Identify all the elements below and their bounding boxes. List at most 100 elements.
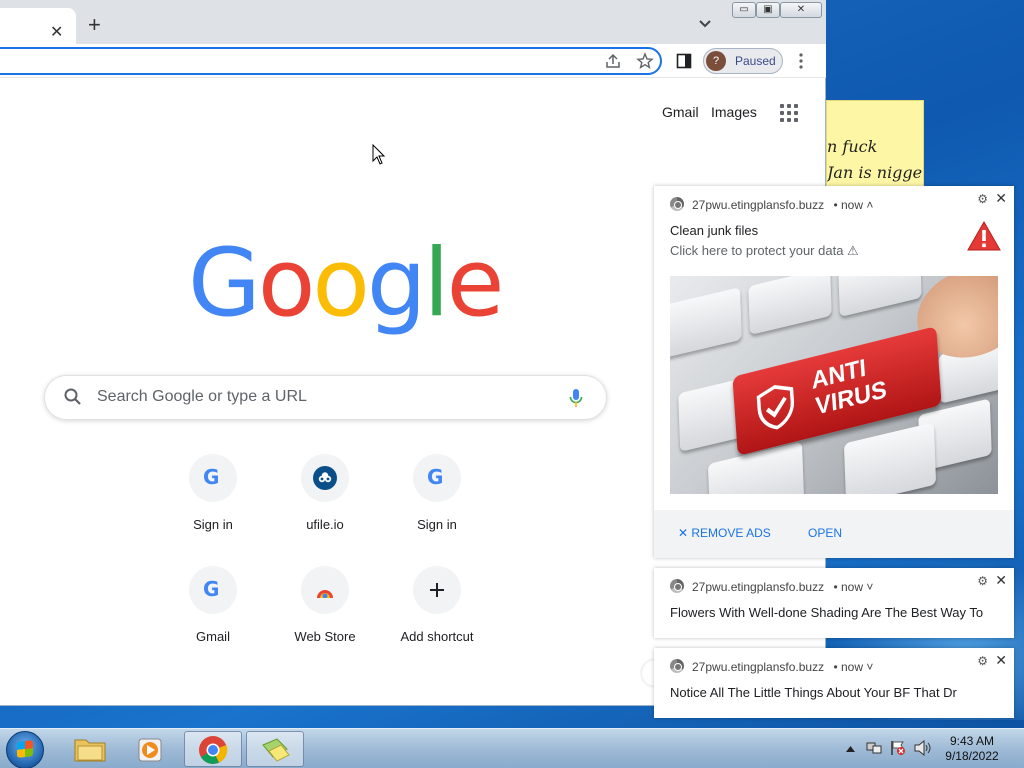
notification-actions: ✕ REMOVE ADS OPEN (654, 510, 1014, 558)
shortcut-label: Sign in (417, 517, 457, 532)
sticky-note[interactable]: n fuck Jan is nigger (826, 100, 924, 190)
open-button[interactable]: OPEN (808, 526, 842, 540)
plus-icon (429, 582, 445, 603)
ufile-icon (313, 466, 337, 495)
side-panel-icon[interactable] (676, 53, 692, 74)
folder-icon (74, 736, 106, 767)
sticky-notes-icon (261, 737, 291, 768)
notification-time: • now ˅ (833, 580, 874, 594)
gear-icon[interactable]: ⚙ (977, 192, 988, 206)
taskbar-media-player[interactable] (122, 731, 180, 767)
taskbar: 9:43 AM 9/18/2022 (0, 728, 1024, 768)
gear-icon[interactable]: ⚙ (977, 654, 988, 668)
notification-header: 27pwu.etingplansfo.buzz • now ˅ (670, 659, 873, 677)
notification-title: Notice All The Little Things About Your … (670, 685, 957, 700)
show-hidden-icons-icon[interactable] (846, 741, 855, 755)
logo-letter: e (446, 229, 505, 338)
maximize-button[interactable]: ▣ (756, 2, 780, 18)
notification-header: 27pwu.etingplansfo.buzz • now ˄ (670, 197, 873, 215)
warning-triangle-icon (966, 220, 1002, 257)
notification-flowers[interactable]: 27pwu.etingplansfo.buzz • now ˅ ⚙ ✕ Flow… (654, 568, 1014, 638)
logo-letter: G (188, 229, 261, 338)
clock-time: 9:43 AM (949, 734, 995, 748)
avatar: ? (706, 51, 726, 71)
close-icon[interactable]: ✕ (995, 652, 1007, 669)
notification-clean-junk[interactable]: 27pwu.etingplansfo.buzz • now ˄ ⚙ ✕ Clea… (654, 186, 1014, 558)
volume-icon[interactable] (914, 739, 932, 759)
notification-time: • now ˅ (833, 660, 874, 674)
google-g-icon: G (203, 465, 220, 489)
logo-letter: g (366, 229, 427, 338)
notification-body: Click here to protect your data ⚠ (670, 243, 859, 258)
profile-button[interactable]: ? Paused (703, 48, 783, 74)
search-box[interactable] (44, 375, 607, 420)
notification-source: 27pwu.etingplansfo.buzz (692, 198, 825, 212)
notification-title: Clean junk files (670, 223, 759, 238)
logo-letter: o (257, 229, 315, 338)
sticky-note-line: n fuck (827, 137, 878, 156)
taskbar-explorer[interactable] (62, 731, 120, 767)
search-input[interactable] (97, 388, 557, 406)
shortcut-label: Gmail (196, 629, 230, 644)
shortcut-tile[interactable]: G Gmail (163, 566, 263, 670)
add-shortcut-button[interactable]: Add shortcut (387, 566, 487, 670)
remove-ads-button[interactable]: ✕ REMOVE ADS (678, 526, 771, 540)
network-icon[interactable] (866, 740, 882, 759)
notification-source: 27pwu.etingplansfo.buzz (692, 580, 825, 594)
share-icon[interactable] (604, 52, 622, 75)
mouse-cursor-icon (372, 143, 386, 171)
shortcut-label: Web Store (294, 629, 356, 644)
search-icon (63, 387, 83, 407)
tab-search-chevron-icon[interactable] (698, 16, 712, 32)
google-g-icon: G (427, 465, 444, 489)
notification-header: 27pwu.etingplansfo.buzz • now ˅ (670, 579, 873, 597)
bookmark-star-icon[interactable] (636, 52, 654, 75)
chrome-icon (670, 197, 684, 211)
tab-strip: ✕ + ▭ ▣ ✕ (0, 0, 826, 44)
active-tab[interactable]: ✕ (0, 8, 76, 44)
shortcut-tile[interactable]: Web Store (275, 566, 375, 670)
notification-image-antivirus-keyboard: ANTI VIRUS (670, 276, 998, 494)
shortcut-label: Sign in (193, 517, 233, 532)
chrome-icon (670, 579, 684, 593)
logo-letter: o (312, 229, 369, 338)
gear-icon[interactable]: ⚙ (977, 574, 988, 588)
notification-bf[interactable]: 27pwu.etingplansfo.buzz • now ˅ ⚙ ✕ Noti… (654, 648, 1014, 718)
system-clock[interactable]: 9:43 AM 9/18/2022 (936, 734, 1008, 764)
notification-time: • now ˄ (833, 198, 874, 212)
close-icon[interactable]: ✕ (995, 190, 1007, 207)
notification-source: 27pwu.etingplansfo.buzz (692, 660, 825, 674)
shortcut-tile[interactable]: G Sign in (163, 454, 263, 558)
shortcut-tile[interactable]: ufile.io (275, 454, 375, 558)
media-player-icon (136, 736, 164, 768)
shortcut-label: Add shortcut (400, 629, 474, 644)
menu-kebab-icon[interactable] (799, 53, 803, 74)
images-link[interactable]: Images (711, 104, 757, 120)
tab-close-icon[interactable]: ✕ (50, 25, 63, 41)
google-logo: Google (188, 229, 505, 338)
chrome-icon (670, 659, 684, 673)
action-center-flag-icon[interactable] (890, 740, 906, 759)
taskbar-chrome[interactable] (184, 731, 242, 767)
start-button[interactable] (6, 731, 44, 768)
logo-letter: l (423, 229, 450, 338)
google-g-icon: G (203, 577, 220, 601)
minimize-button[interactable]: ▭ (732, 2, 756, 18)
close-icon[interactable]: ✕ (995, 572, 1007, 589)
browser-toolbar: ? Paused (0, 44, 826, 78)
shortcut-tile[interactable]: G Sign in (387, 454, 487, 558)
address-bar[interactable] (0, 47, 662, 75)
close-window-button[interactable]: ✕ (780, 2, 822, 18)
shield-check-icon (755, 380, 797, 439)
chrome-icon (198, 735, 228, 768)
notification-title: Flowers With Well-done Shading Are The B… (670, 605, 984, 620)
microphone-icon[interactable] (569, 388, 583, 413)
new-tab-button[interactable]: + (88, 14, 101, 36)
shortcut-label: ufile.io (306, 517, 344, 532)
gmail-link[interactable]: Gmail (662, 104, 699, 120)
web-store-icon (315, 584, 335, 603)
google-apps-icon[interactable] (780, 104, 798, 122)
clock-date: 9/18/2022 (945, 749, 999, 763)
taskbar-sticky-notes[interactable] (246, 731, 304, 767)
sticky-note-line: Jan is nigger (827, 163, 924, 182)
